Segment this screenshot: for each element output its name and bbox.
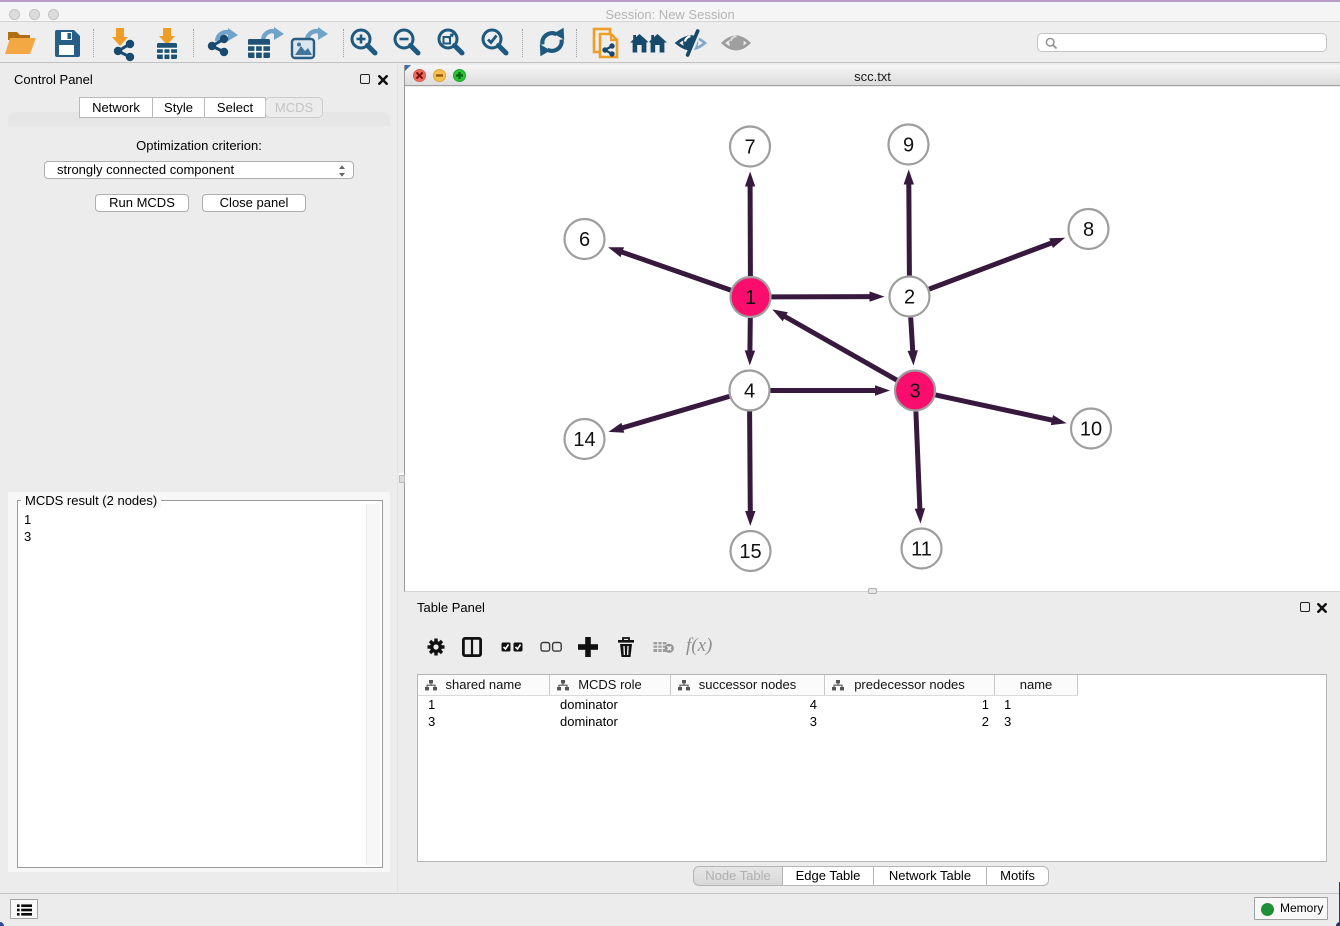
svg-text:6: 6 xyxy=(579,229,590,251)
svg-text:2: 2 xyxy=(904,287,915,309)
svg-text:15: 15 xyxy=(739,541,761,563)
svg-text:1: 1 xyxy=(745,287,756,309)
svg-text:3: 3 xyxy=(909,381,920,403)
svg-text:11: 11 xyxy=(911,539,932,561)
svg-text:8: 8 xyxy=(1083,219,1094,241)
svg-text:10: 10 xyxy=(1080,419,1102,441)
svg-text:4: 4 xyxy=(744,381,755,403)
svg-text:9: 9 xyxy=(903,135,914,157)
svg-text:7: 7 xyxy=(744,137,755,159)
svg-text:14: 14 xyxy=(573,429,595,451)
